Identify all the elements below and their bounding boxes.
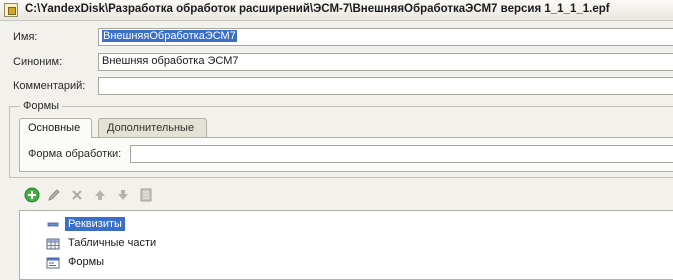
edit-icon[interactable] — [46, 187, 62, 203]
tab-main-label: Основные — [28, 122, 81, 134]
tab-additional-label: Дополнительные — [107, 122, 195, 134]
synonym-label: Синоним: — [13, 56, 63, 68]
tree-item-label: Реквизиты — [65, 217, 125, 231]
processing-form-label: Форма обработки: — [28, 148, 122, 160]
processing-form-field[interactable] — [130, 145, 673, 163]
name-label: Имя: — [13, 31, 38, 43]
move-down-icon[interactable] — [115, 187, 131, 203]
properties-icon[interactable] — [138, 187, 154, 203]
synonym-value: Внешняя обработка ЭСМ7 — [102, 55, 239, 67]
tree-item-label: Формы — [68, 256, 105, 268]
move-up-icon[interactable] — [92, 187, 108, 203]
name-value: ВнешняяОбработкаЭСМ7 — [102, 30, 237, 42]
comment-label: Комментарий: — [13, 80, 86, 92]
tree-item-label: Табличные части — [68, 237, 157, 249]
window-title: C:\YandexDisk\Разработка обработок расши… — [25, 3, 610, 15]
tab-additional[interactable]: Дополнительные — [98, 118, 207, 137]
synonym-field[interactable]: Внешняя обработка ЭСМ7 — [98, 53, 673, 71]
delete-icon[interactable] — [69, 187, 85, 203]
tab-main[interactable]: Основные — [19, 118, 92, 138]
add-icon[interactable] — [24, 187, 40, 203]
forms-group-title: Формы — [20, 100, 63, 112]
attribute-icon — [47, 222, 59, 227]
table-icon — [46, 238, 60, 250]
document-icon — [4, 3, 18, 17]
form-icon — [46, 257, 60, 269]
title-bar[interactable]: C:\YandexDisk\Разработка обработок расши… — [0, 0, 673, 21]
name-field[interactable]: ВнешняяОбработкаЭСМ7 — [98, 28, 673, 46]
comment-field[interactable] — [98, 77, 673, 95]
